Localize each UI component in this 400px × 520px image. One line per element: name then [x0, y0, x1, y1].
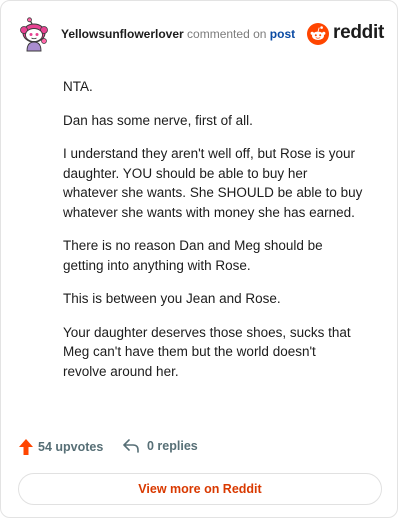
comment-paragraph: There is no reason Dan and Meg should be… — [63, 238, 323, 273]
replies-button[interactable]: 0 replies — [123, 439, 198, 453]
upvote-arrow-icon — [19, 439, 33, 455]
comment-body: NTA. Dan has some nerve, first of all. I… — [63, 77, 363, 395]
comment-paragraph: This is between you Jean and Rose. — [63, 291, 281, 306]
comment-paragraph: I understand they aren't well off, but R… — [63, 146, 363, 220]
upvote-button[interactable]: 54 upvotes — [19, 439, 103, 455]
snoo-avatar-icon — [20, 17, 48, 52]
avatar[interactable] — [17, 17, 53, 53]
action-text: commented on — [187, 27, 267, 41]
comment-paragraph: Your daughter deserves those shoes, suck… — [63, 324, 351, 379]
reddit-wordmark: reddit — [333, 22, 384, 43]
comment-footer: 54 upvotes 0 replies — [19, 439, 319, 459]
comment-header: Yellowsunflowerlover commented on post r… — [17, 15, 387, 55]
reddit-logo[interactable]: reddit — [307, 19, 387, 49]
reply-count: 0 replies — [147, 439, 198, 453]
view-more-button[interactable]: View more on Reddit — [18, 473, 382, 505]
comment-paragraph: Dan has some nerve, first of all. — [63, 112, 253, 128]
username-link[interactable]: Yellowsunflowerlover — [61, 27, 184, 41]
comment-embed-card: Yellowsunflowerlover commented on post r… — [0, 0, 398, 518]
reply-arrow-icon — [123, 439, 139, 453]
comment-paragraph: NTA. — [63, 79, 93, 94]
upvote-count: 54 upvotes — [38, 440, 104, 454]
comment-meta: Yellowsunflowerlover commented on post — [61, 27, 295, 41]
post-link[interactable]: post — [270, 27, 295, 41]
reddit-logo-icon — [307, 23, 329, 45]
